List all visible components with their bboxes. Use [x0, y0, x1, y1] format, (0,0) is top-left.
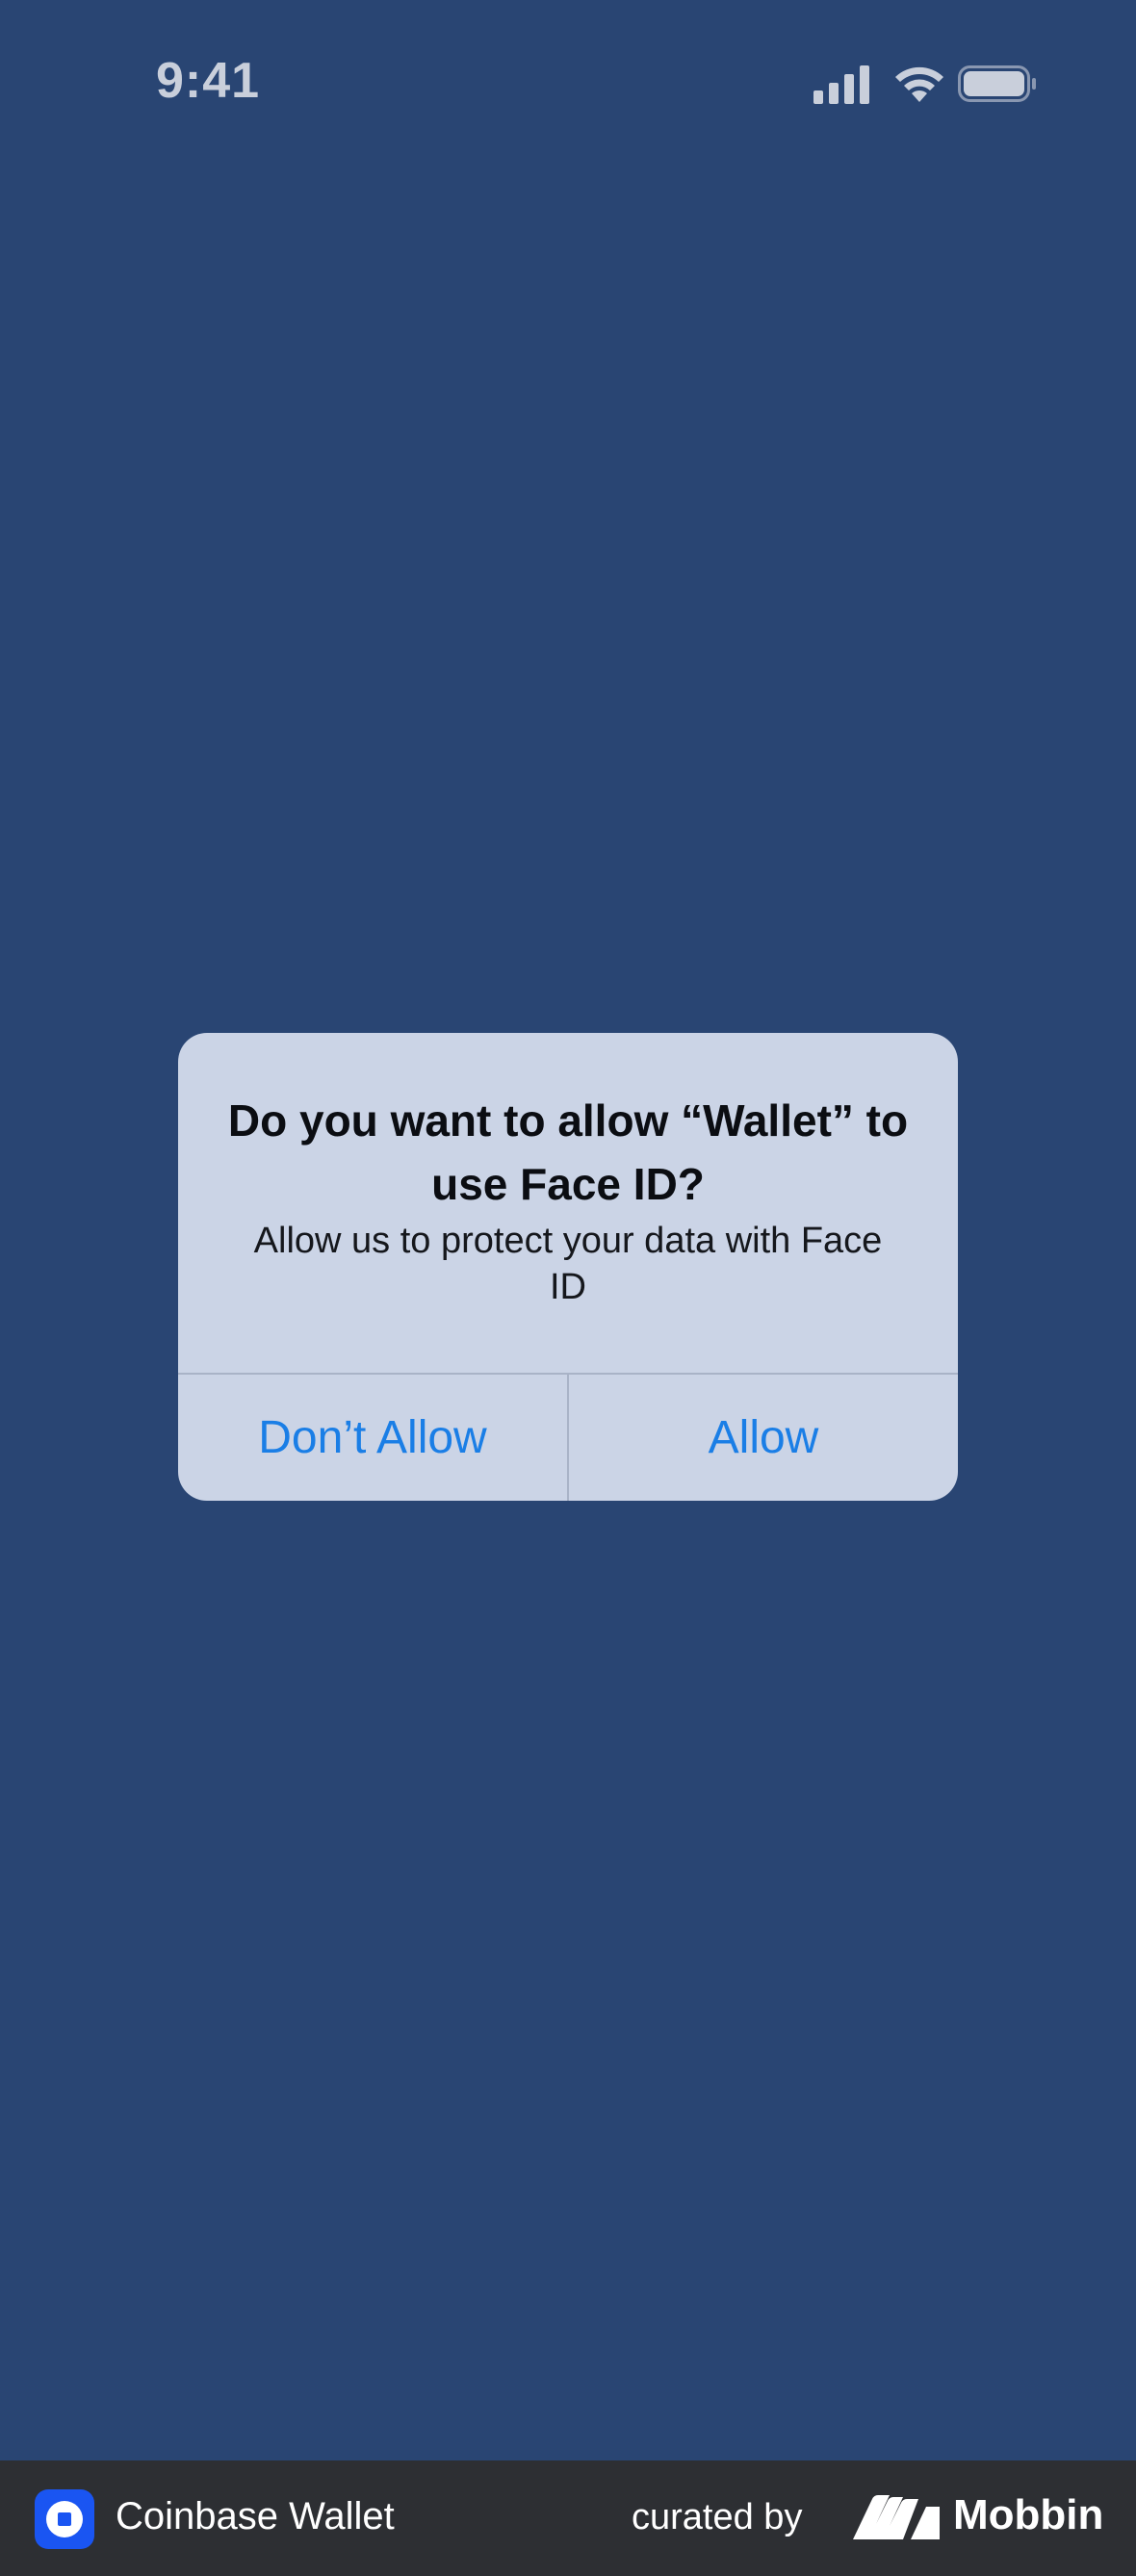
alert-message: Allow us to protect your data with Face … [253, 1221, 883, 1307]
battery-icon [958, 65, 1036, 102]
screen: 9:41 Do you want to allow “Wallet” to us [0, 0, 1136, 2576]
footer-bar: Coinbase Wallet curated by Mobbin [0, 2460, 1136, 2576]
status-time: 9:41 [156, 53, 261, 109]
app-name: Coinbase Wallet [116, 2495, 395, 2537]
alert-title: Do you want to allow “Wallet” to use Fac… [227, 1095, 909, 1209]
mobbin-logo-icon [853, 2495, 940, 2539]
coinbase-wallet-logo-icon [35, 2489, 94, 2549]
face-id-permission-alert: Do you want to allow “Wallet” to use Fac… [178, 1033, 958, 1501]
allow-button[interactable]: Allow [569, 1375, 958, 1501]
wifi-icon [895, 66, 943, 102]
alert-body: Do you want to allow “Wallet” to use Fac… [178, 1033, 958, 1373]
status-bar: 9:41 [0, 0, 1136, 173]
dont-allow-button[interactable]: Don’t Allow [178, 1375, 567, 1501]
curated-by-label: curated by [632, 2497, 803, 2537]
signal-icon [813, 65, 869, 104]
mobbin-brand-name: Mobbin [953, 2491, 1104, 2538]
